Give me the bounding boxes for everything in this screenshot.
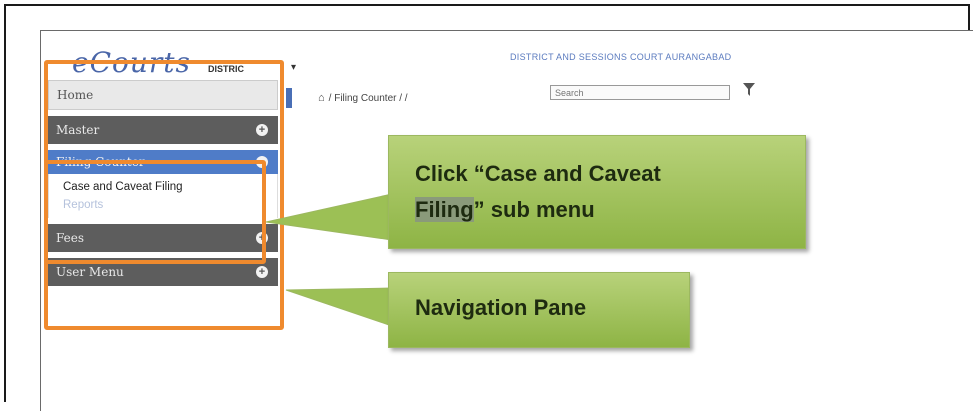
- highlighted-word: Filing: [415, 197, 474, 222]
- callout-text-line2: Filing” sub menu: [415, 192, 805, 228]
- callout-case-caveat-filing: Click “Case and Caveat Filing” sub menu: [388, 135, 806, 249]
- callout-text: Navigation Pane: [415, 295, 587, 320]
- callout-text-line1: Click “Case and Caveat: [415, 161, 661, 186]
- callout-text-rest: ” sub menu: [473, 197, 595, 222]
- callout-navigation-pane: Navigation Pane: [388, 272, 690, 348]
